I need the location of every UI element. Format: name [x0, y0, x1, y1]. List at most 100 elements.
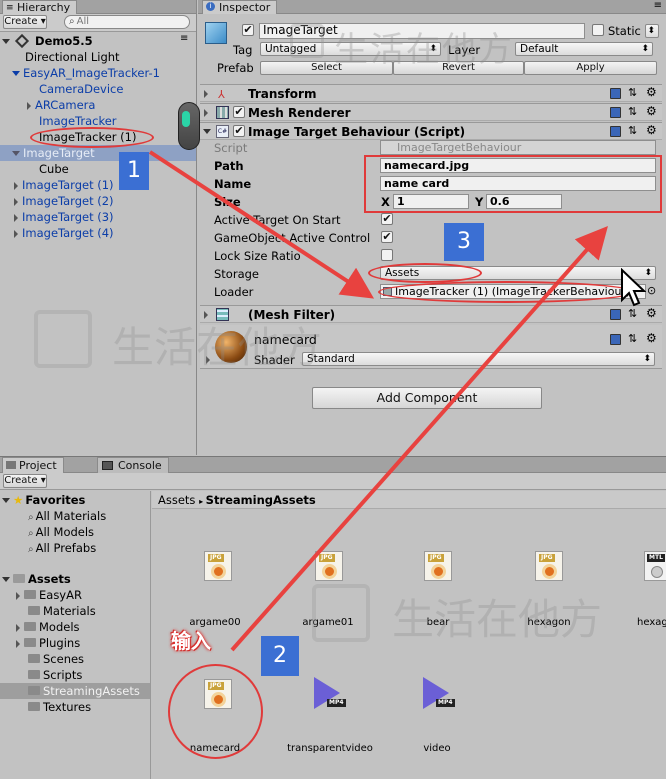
mesh-renderer-enabled-checkbox[interactable]: ✔: [233, 106, 245, 118]
info-icon: i: [206, 2, 215, 11]
gear-icon[interactable]: ⚙: [646, 331, 657, 345]
lock-size-checkbox[interactable]: [381, 249, 393, 261]
hierarchy-item-imagetarget-4[interactable]: ImageTarget (4): [14, 225, 114, 241]
expand-arrow-icon[interactable]: [2, 39, 10, 44]
jpg-file-icon[interactable]: JPG: [535, 551, 563, 581]
shader-dropdown[interactable]: Standard: [302, 352, 655, 366]
hierarchy-item-imagetarget-3[interactable]: ImageTarget (3): [14, 209, 114, 225]
folder-item-scripts[interactable]: Scripts: [28, 667, 82, 683]
add-component-button[interactable]: Add Component: [312, 387, 542, 409]
project-create-button[interactable]: Create ▾: [3, 474, 47, 488]
help-icon[interactable]: [610, 88, 621, 99]
watermark-logo-icon: [34, 310, 92, 368]
gear-icon[interactable]: ⚙: [646, 306, 657, 320]
active-target-checkbox[interactable]: ✔: [381, 213, 393, 225]
hierarchy-search-input[interactable]: ⌕ All: [64, 15, 190, 29]
breadcrumb-root[interactable]: Assets: [158, 493, 195, 507]
tab-hierarchy[interactable]: ≡ Hierarchy: [2, 0, 78, 14]
help-icon[interactable]: [610, 107, 621, 118]
step-3-badge: 3: [444, 223, 484, 261]
collapse-arrow-icon[interactable]: [16, 623, 20, 632]
hierarchy-item-cameradevice[interactable]: CameraDevice: [39, 81, 123, 97]
expand-arrow-icon[interactable]: [203, 129, 211, 134]
preset-icon[interactable]: ⇅: [628, 105, 637, 118]
folder-item-easyar[interactable]: EasyAR: [16, 587, 82, 603]
mtl-file-icon[interactable]: MTL: [644, 551, 666, 581]
transform-component-header[interactable]: ⅄ Transform ⇅ ⚙: [200, 84, 662, 102]
tab-inspector[interactable]: i Inspector: [202, 0, 278, 14]
favorite-item-label: All Models: [35, 525, 95, 539]
collapse-arrow-icon[interactable]: [204, 90, 208, 98]
image-icon: [211, 564, 226, 579]
folder-label: Textures: [43, 700, 92, 714]
tab-console[interactable]: Console: [97, 457, 169, 473]
preset-icon[interactable]: ⇅: [628, 332, 637, 345]
folder-item-streamingassets[interactable]: StreamingAssets: [28, 683, 140, 699]
step-2-badge: 2: [261, 636, 299, 676]
preset-icon[interactable]: ⇅: [628, 124, 637, 137]
static-label: Static: [608, 24, 641, 38]
mesh-renderer-component-header[interactable]: ✔ Mesh Renderer ⇅ ⚙: [200, 103, 662, 121]
collapse-arrow-icon[interactable]: [16, 591, 20, 600]
collapse-arrow-icon[interactable]: [14, 181, 18, 190]
script-label: Script: [214, 141, 248, 155]
layer-dropdown[interactable]: Default: [515, 42, 653, 56]
collapse-arrow-icon[interactable]: [27, 101, 31, 110]
search-icon: ⌕: [28, 528, 34, 539]
gear-icon[interactable]: ⚙: [646, 85, 657, 99]
collapse-arrow-icon[interactable]: [14, 229, 18, 238]
hierarchy-item-directional-light[interactable]: Directional Light: [25, 49, 120, 65]
help-icon[interactable]: [610, 334, 621, 345]
folder-icon: [13, 574, 25, 583]
object-picker-icon[interactable]: ⊙: [647, 284, 656, 297]
panel-menu-icon[interactable]: ≡: [654, 0, 662, 11]
jpg-file-icon[interactable]: JPG: [424, 551, 452, 581]
scene-menu-icon[interactable]: ≡: [180, 33, 188, 44]
prefab-apply-button[interactable]: Apply: [524, 61, 657, 75]
collapse-arrow-icon[interactable]: [14, 197, 18, 206]
collapse-arrow-icon[interactable]: [16, 639, 20, 648]
hierarchy-item-imagetarget-2[interactable]: ImageTarget (2): [14, 193, 114, 209]
folder-item-plugins[interactable]: Plugins: [16, 635, 80, 651]
image-target-behaviour-header[interactable]: C# ✔ Image Target Behaviour (Script) ⇅ ⚙: [200, 122, 662, 140]
itb-enabled-checkbox[interactable]: ✔: [233, 125, 245, 137]
expand-arrow-icon[interactable]: [12, 151, 20, 156]
collapse-arrow-icon[interactable]: [14, 213, 18, 222]
hierarchy-item-imagetarget-1[interactable]: ImageTarget (1): [14, 177, 114, 193]
folder-item-materials[interactable]: Materials: [28, 603, 96, 619]
hierarchy-item-cube[interactable]: Cube: [39, 161, 69, 177]
static-checkbox[interactable]: [592, 24, 604, 36]
folder-label: Scenes: [43, 652, 85, 666]
go-active-checkbox[interactable]: ✔: [381, 231, 393, 243]
hierarchy-toolbar: Create ▾ ⌕ All: [0, 14, 196, 32]
expand-arrow-icon[interactable]: [2, 577, 10, 582]
expand-arrow-icon[interactable]: [2, 498, 10, 503]
folder-item-textures[interactable]: Textures: [28, 699, 91, 715]
loader-label: Loader: [214, 285, 254, 299]
assets-header[interactable]: Assets: [2, 571, 71, 587]
tab-project[interactable]: Project: [2, 457, 64, 473]
gear-icon[interactable]: ⚙: [646, 123, 657, 137]
highlight-storage: [368, 263, 482, 283]
gameobject-active-checkbox[interactable]: ✔: [242, 24, 254, 36]
hierarchy-item-imagetracker-root[interactable]: EasyAR_ImageTracker-1: [12, 65, 160, 81]
favorite-item[interactable]: ⌕ All Prefabs: [28, 540, 96, 556]
hierarchy-item-arcamera[interactable]: ARCamera: [27, 97, 95, 113]
scene-root[interactable]: Demo5.5: [2, 33, 93, 49]
jpg-file-icon[interactable]: JPG: [204, 551, 232, 581]
preset-icon[interactable]: ⇅: [628, 86, 637, 99]
expand-arrow-icon[interactable]: [12, 71, 20, 76]
jpg-file-icon[interactable]: JPG: [315, 551, 343, 581]
help-icon[interactable]: [610, 126, 621, 137]
folder-item-models[interactable]: Models: [16, 619, 80, 635]
hierarchy-item-label: EasyAR_ImageTracker-1: [23, 66, 160, 80]
collapse-arrow-icon[interactable]: [204, 109, 208, 117]
favorite-item[interactable]: ⌕ All Materials: [28, 508, 106, 524]
hierarchy-create-button[interactable]: Create ▾: [3, 15, 47, 29]
static-dropdown[interactable]: [645, 24, 659, 38]
gear-icon[interactable]: ⚙: [646, 104, 657, 118]
favorite-item[interactable]: ⌕ All Models: [28, 524, 94, 540]
breadcrumb-leaf[interactable]: StreamingAssets: [206, 493, 316, 507]
favorites-header[interactable]: ★ Favorites: [2, 492, 85, 508]
folder-item-scenes[interactable]: Scenes: [28, 651, 84, 667]
